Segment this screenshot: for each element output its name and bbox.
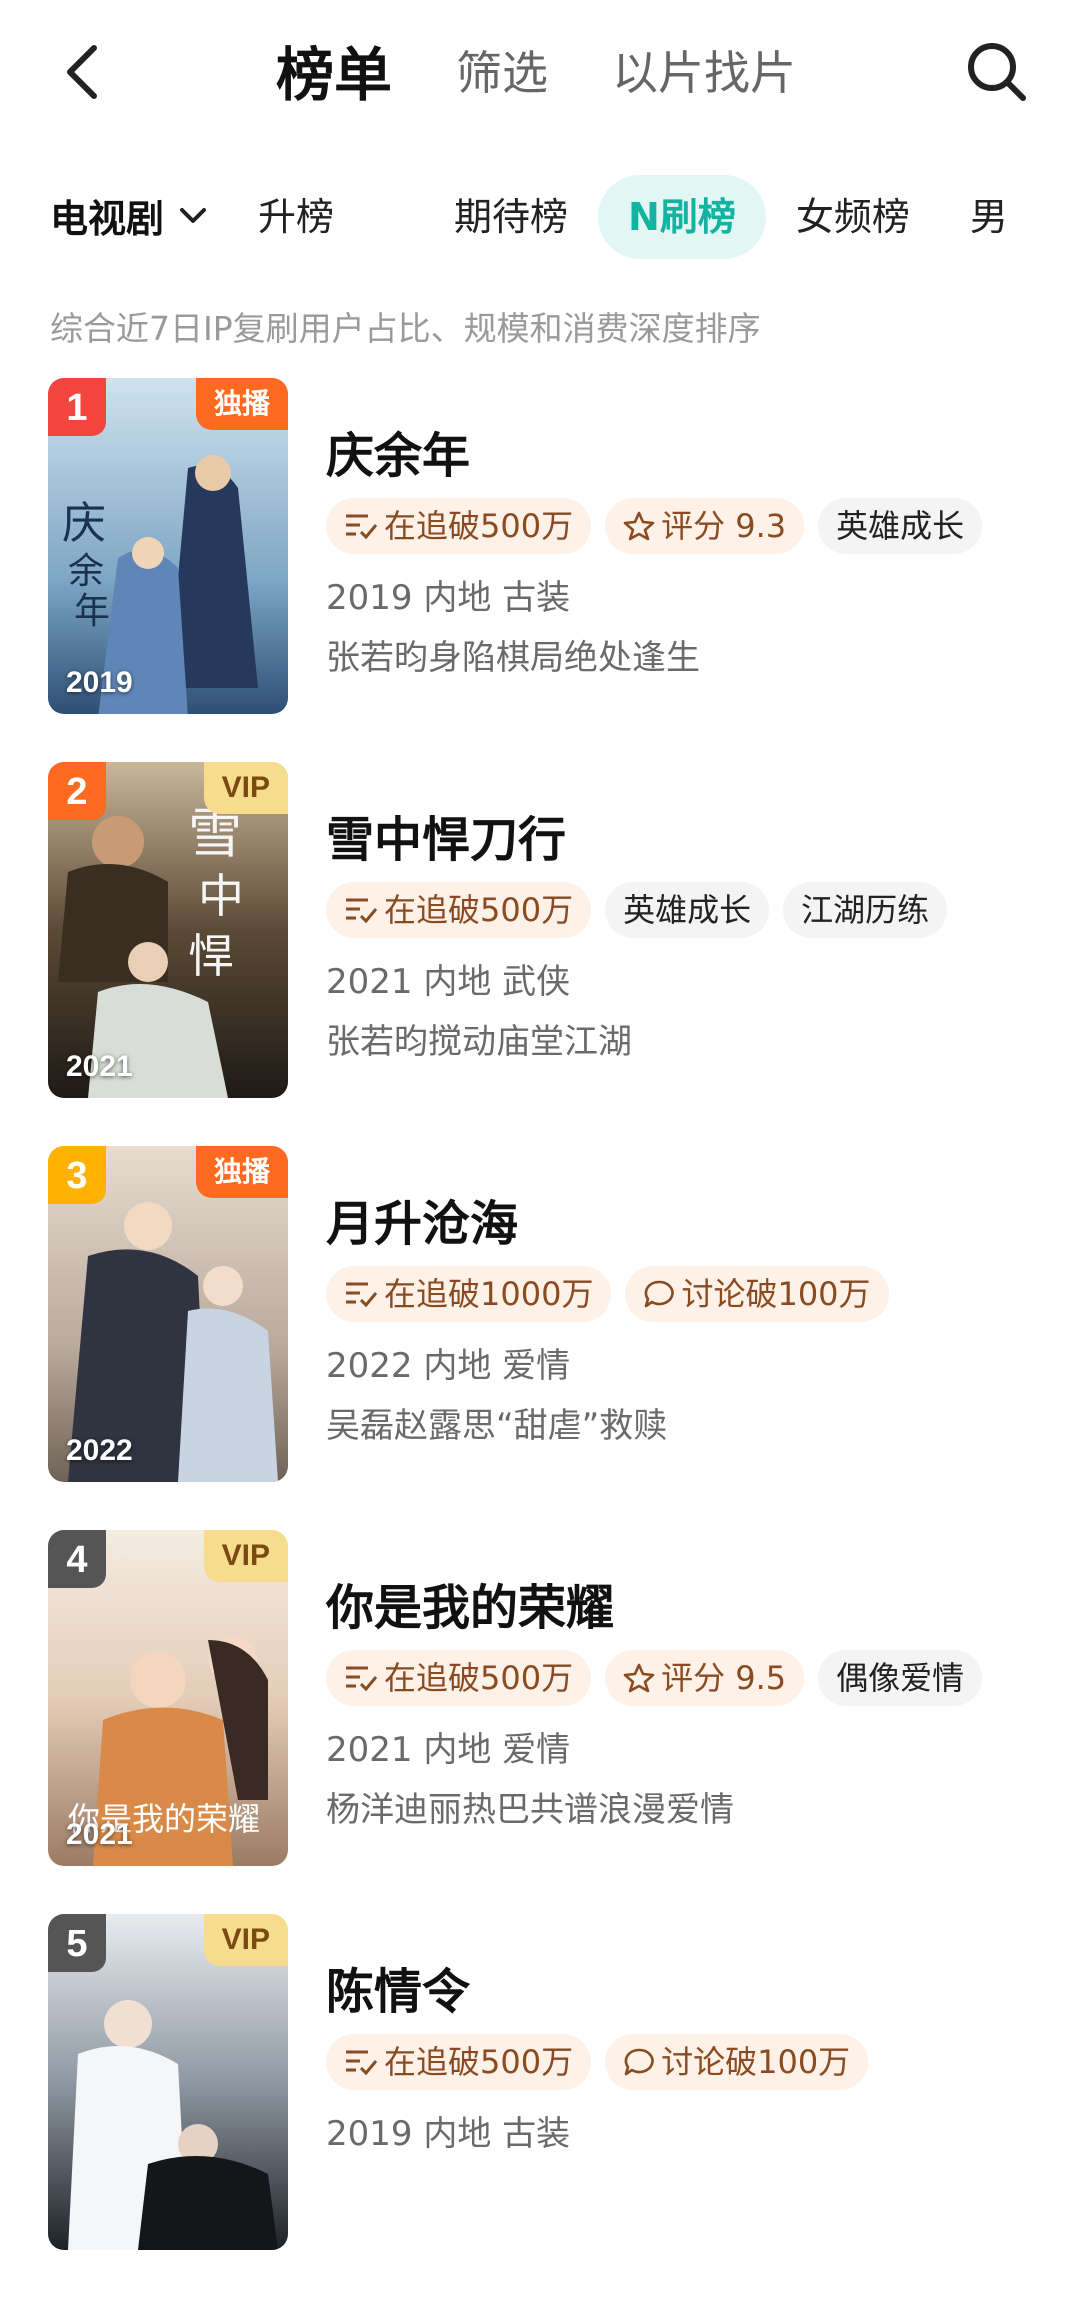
list-check-icon [346, 898, 378, 924]
item-title[interactable]: 月升沧海 [326, 1184, 518, 1254]
search-button[interactable] [965, 40, 1029, 104]
tag-list: 在追破500万 评分 9.3 英雄成长 [326, 498, 996, 554]
item-meta: 2021 内地 武侠 [326, 962, 571, 1002]
poster[interactable]: 雪 中 悍 2 VIP 2021 [48, 762, 288, 1098]
category-label: 电视剧 [50, 197, 165, 241]
subtab-male[interactable]: 男 [940, 175, 1038, 259]
rank-badge: 3 [48, 1146, 106, 1204]
list-item[interactable]: 3 独播 2022 月升沧海 在追破1000万 讨论破100万 2022 内地 … [0, 1146, 1080, 1530]
chevron-down-icon [180, 207, 207, 223]
poster[interactable]: 5 VIP [48, 1914, 288, 2250]
item-title[interactable]: 陈情令 [326, 1952, 470, 2022]
tag-watching: 在追破500万 [326, 498, 592, 554]
tag-watching: 在追破500万 [326, 882, 592, 938]
tag-watching: 在追破500万 [326, 1650, 592, 1706]
list-item[interactable]: 庆 余 年 1 独播 2019 庆余年 在追破500万 评分 9.3 英雄成长 [0, 378, 1080, 762]
rank-badge: 5 [48, 1914, 106, 1972]
poster-year: 2022 [66, 1434, 133, 1467]
rank-badge: 2 [48, 762, 106, 820]
tag-genre: 江湖历练 [783, 882, 948, 938]
subtab-rewatch[interactable]: N刷榜 [598, 175, 766, 259]
subtab-rising[interactable]: 升榜 [256, 175, 424, 259]
nav-tabs: 榜单 筛选 以片找片 [276, 30, 860, 110]
svg-text:余: 余 [68, 551, 104, 592]
poster-year: 2021 [66, 1818, 133, 1851]
subtab-anticipated[interactable]: 期待榜 [424, 175, 598, 259]
tab-find-by-clip[interactable]: 以片找片 [612, 37, 796, 103]
item-meta: 2021 内地 爱情 [326, 1730, 571, 1770]
rank-badge: 4 [48, 1530, 106, 1588]
tag-discussion: 讨论破100万 [605, 2034, 869, 2090]
tag-list: 在追破1000万 讨论破100万 [326, 1266, 903, 1322]
tag-genre: 英雄成长 [605, 882, 770, 938]
chat-bubble-icon [624, 2048, 654, 2076]
tag-genre: 英雄成长 [818, 498, 983, 554]
tag-list: 在追破500万 讨论破100万 [326, 2034, 882, 2090]
subtab-female[interactable]: 女频榜 [766, 175, 940, 259]
item-meta: 2022 内地 爱情 [326, 1346, 571, 1386]
ranking-description: 综合近7日IP复刷用户占比、规模和消费深度排序 [50, 309, 761, 348]
search-icon [968, 43, 1026, 101]
tag-list: 在追破500万 英雄成长 江湖历练 [326, 882, 961, 938]
item-meta: 2019 内地 古装 [326, 578, 571, 618]
poster-year: 2019 [66, 666, 133, 699]
tag-rating: 评分 9.3 [605, 498, 805, 554]
item-summary: 张若昀搅动庙堂江湖 [326, 1022, 632, 1062]
vip-badge: VIP [203, 762, 288, 814]
category-row: 电视剧 升榜 期待榜 N刷榜 女频榜 男 [0, 168, 1080, 268]
list-check-icon [346, 1282, 378, 1308]
back-button[interactable] [58, 42, 108, 102]
chevron-left-icon [67, 45, 97, 99]
category-dropdown[interactable]: 电视剧 [50, 188, 208, 243]
tag-rating: 评分 9.5 [605, 1650, 805, 1706]
tab-rankings[interactable]: 榜单 [276, 28, 392, 112]
item-summary: 杨洋迪丽热巴共谱浪漫爱情 [326, 1790, 734, 1830]
chat-bubble-icon [645, 1280, 675, 1308]
tag-watching: 在追破500万 [326, 2034, 592, 2090]
tab-filter[interactable]: 筛选 [456, 37, 548, 103]
tag-watching: 在追破1000万 [326, 1266, 612, 1322]
vip-badge: VIP [203, 1530, 288, 1582]
item-summary: 张若昀身陷棋局绝处逢生 [326, 638, 700, 678]
exclusive-badge: 独播 [195, 378, 288, 430]
svg-text:悍: 悍 [188, 929, 234, 983]
list-check-icon [346, 2050, 378, 2076]
list-item[interactable]: 你是我的荣耀 4 VIP 2021 你是我的荣耀 在追破500万 评分 9.5 … [0, 1530, 1080, 1914]
poster[interactable]: 庆 余 年 1 独播 2019 [48, 378, 288, 714]
ranking-subtabs: 升榜 期待榜 N刷榜 女频榜 男 [256, 174, 1038, 260]
star-icon [623, 1663, 655, 1693]
list-item[interactable]: 5 VIP 陈情令 在追破500万 讨论破100万 2019 内地 古装 [0, 1914, 1080, 2298]
tag-list: 在追破500万 评分 9.5 偶像爱情 [326, 1650, 996, 1706]
item-meta: 2019 内地 古装 [326, 2114, 571, 2154]
svg-text:中: 中 [198, 869, 244, 923]
list-check-icon [346, 514, 378, 540]
tag-discussion: 讨论破100万 [625, 1266, 889, 1322]
item-title[interactable]: 你是我的荣耀 [326, 1568, 614, 1638]
poster-year: 2021 [66, 1050, 133, 1083]
svg-text:年: 年 [74, 591, 110, 632]
poster[interactable]: 你是我的荣耀 4 VIP 2021 [48, 1530, 288, 1866]
list-check-icon [346, 1666, 378, 1692]
tag-genre: 偶像爱情 [818, 1650, 983, 1706]
list-item[interactable]: 雪 中 悍 2 VIP 2021 雪中悍刀行 在追破500万 英雄成长 江湖历练… [0, 762, 1080, 1146]
item-title[interactable]: 庆余年 [326, 416, 470, 486]
item-summary: 吴磊赵露思“甜虐”救赎 [326, 1406, 668, 1446]
rank-badge: 1 [48, 378, 106, 436]
exclusive-badge: 独播 [195, 1146, 288, 1198]
poster[interactable]: 3 独播 2022 [48, 1146, 288, 1482]
svg-text:庆: 庆 [62, 498, 106, 549]
star-icon [623, 511, 655, 541]
top-bar: 榜单 筛选 以片找片 [0, 0, 1080, 140]
item-title[interactable]: 雪中悍刀行 [326, 800, 566, 870]
vip-badge: VIP [203, 1914, 288, 1966]
ranking-list: 庆 余 年 1 独播 2019 庆余年 在追破500万 评分 9.3 英雄成长 [0, 378, 1080, 2298]
